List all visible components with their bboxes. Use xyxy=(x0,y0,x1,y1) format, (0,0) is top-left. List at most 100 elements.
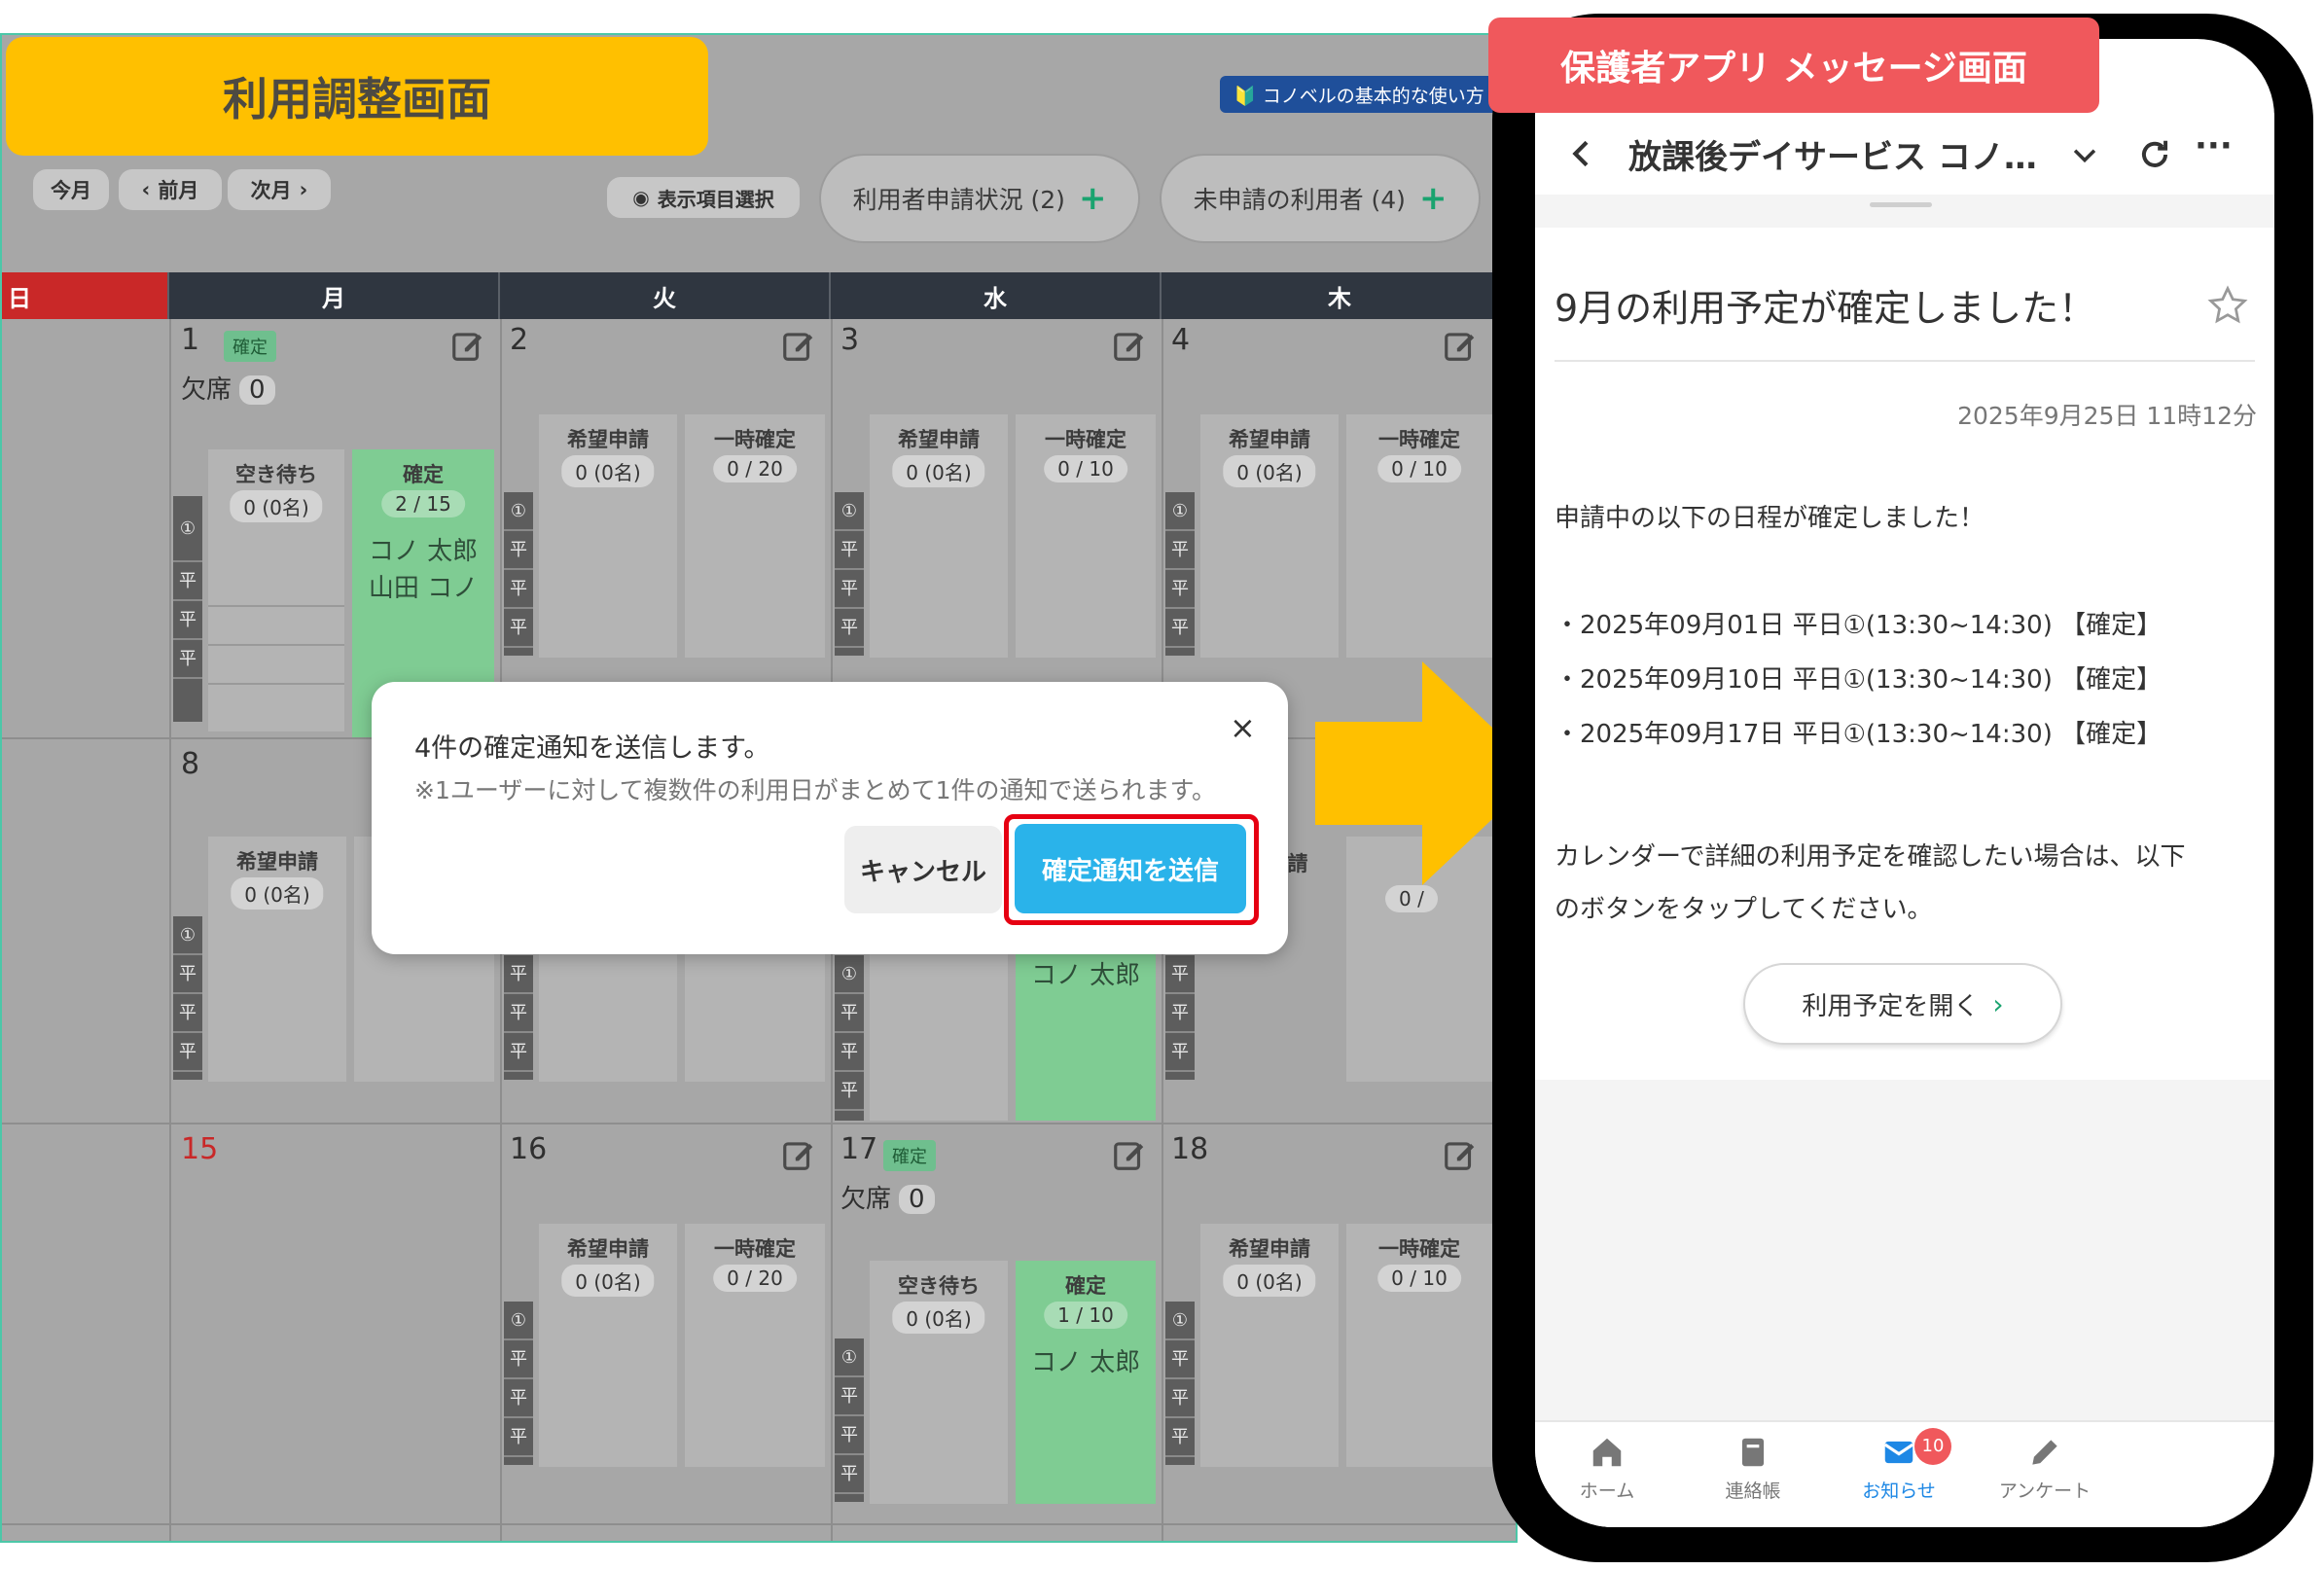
prev-month-button[interactable]: ‹ 前月 xyxy=(119,169,222,210)
edit-icon[interactable] xyxy=(1442,327,1479,364)
send-confirmation-button[interactable]: 確定通知を送信 xyxy=(1015,824,1246,913)
weekday-mon: 月 xyxy=(169,272,500,319)
applications-button[interactable]: 利用者申請状況 (2) + xyxy=(819,154,1140,243)
waiting-title: 空き待ち xyxy=(898,1274,980,1298)
help-link[interactable]: 🔰 コノベルの基本的な使い方 xyxy=(1220,76,1531,113)
user-name[interactable]: 山田 コノ xyxy=(352,568,494,604)
temp-column[interactable]: 一時確定 0 / 20 xyxy=(685,1224,825,1467)
slot-label: 平 xyxy=(1165,994,1195,1033)
star-icon[interactable] xyxy=(2206,284,2249,327)
slot-marker: ① xyxy=(835,492,864,531)
tab-notifications[interactable]: お知らせ 10 xyxy=(1841,1428,1957,1503)
temp-count: 0 / 10 xyxy=(1377,1265,1461,1292)
request-column[interactable]: 希望申請 0 (0名) xyxy=(1200,1224,1339,1467)
modal-message: 4件の確定通知を送信します。 xyxy=(414,733,770,764)
absent-label: 欠席 xyxy=(181,375,232,405)
request-column[interactable]: 希望申請 0 (0名) xyxy=(539,1224,677,1467)
temp-count: 0 / xyxy=(1385,885,1438,912)
day-number: 18 xyxy=(1171,1132,1209,1166)
slot-label: 平 xyxy=(504,1379,533,1418)
absent-count: 0 xyxy=(239,375,275,405)
slot-label: 平 xyxy=(835,609,864,648)
confirmed-title: 確定 xyxy=(403,463,444,486)
request-title: 希望申請 xyxy=(567,428,649,451)
grid-line xyxy=(169,319,171,1541)
slot-label: 平 xyxy=(835,1416,864,1455)
edit-icon[interactable] xyxy=(780,327,817,364)
slot-sidebar: ①平平平 xyxy=(835,1338,864,1502)
slot-divider xyxy=(208,683,344,685)
more-icon[interactable]: ··· xyxy=(2195,126,2233,165)
temp-title: 一時確定 xyxy=(714,1237,796,1261)
waiting-column[interactable]: 空き待ち 0 (0名) xyxy=(208,449,344,731)
waiting-count: 0 (0名) xyxy=(892,1302,985,1334)
temp-title: 一時確定 xyxy=(1045,428,1126,451)
slot-label: 平 xyxy=(1165,1033,1195,1072)
request-column[interactable]: 希望申請 0 (0名) xyxy=(208,837,346,1082)
slot-label: 平 xyxy=(504,994,533,1033)
user-name[interactable]: コノ 太郎 xyxy=(352,531,494,567)
user-name[interactable]: コノ 太郎 xyxy=(1016,1342,1156,1378)
slot-marker: ① xyxy=(1165,1302,1195,1340)
close-icon[interactable]: × xyxy=(1230,709,1256,746)
weekday-header: 日 月 火 水 木 xyxy=(2,272,1516,319)
request-column[interactable]: 希望申請 0 (0名) xyxy=(539,414,677,658)
back-icon[interactable] xyxy=(1562,134,1601,173)
slot-sidebar: ①平平平 xyxy=(504,1302,533,1465)
open-schedule-button[interactable]: 利用予定を開く › xyxy=(1743,963,2062,1045)
request-title: 希望申請 xyxy=(236,850,318,874)
slot-label: 平 xyxy=(835,1033,864,1072)
request-column[interactable]: 希望申請 0 (0名) xyxy=(870,414,1008,658)
edit-icon[interactable] xyxy=(1111,327,1148,364)
temp-column[interactable] xyxy=(685,949,825,1082)
eye-icon: ◉ xyxy=(632,186,650,209)
tab-home[interactable]: ホーム xyxy=(1549,1434,1665,1503)
notification-badge: 10 xyxy=(1914,1428,1951,1465)
waiting-column[interactable] xyxy=(870,949,1008,1121)
absent-label: 欠席 xyxy=(840,1185,892,1214)
slot-label: 平 xyxy=(835,1072,864,1111)
tab-label: 連絡帳 xyxy=(1725,1481,1781,1502)
slot-label: 平 xyxy=(835,570,864,609)
temp-column[interactable]: 一時確定 0 / 10 xyxy=(1346,414,1492,658)
tab-notebook[interactable]: 連絡帳 xyxy=(1695,1434,1811,1503)
screen-title-banner: 利用調整画面 xyxy=(6,37,708,156)
facility-title[interactable]: 放課後デイサービス コノ… xyxy=(1628,130,2037,178)
request-title: 希望申請 xyxy=(898,428,980,451)
slot-label: 平 xyxy=(1165,1340,1195,1379)
display-select-button[interactable]: ◉ 表示項目選択 xyxy=(607,177,800,218)
temp-title: 一時確定 xyxy=(714,428,796,451)
next-month-button[interactable]: 次月 › xyxy=(228,169,331,210)
weekday-sun: 日 xyxy=(2,272,169,319)
edit-icon[interactable] xyxy=(1111,1136,1148,1173)
chevron-right-icon: › xyxy=(1992,987,2004,1020)
slot-sidebar: ①平平平 xyxy=(504,492,533,656)
confirmed-column[interactable]: 確定 1 / 10 コノ 太郎 xyxy=(1016,1261,1156,1504)
temp-column[interactable]: 一時確定 0 / 10 xyxy=(1016,414,1156,658)
temp-column[interactable]: 一時確定 0 / 20 xyxy=(685,414,825,658)
slot-marker: ① xyxy=(835,955,864,994)
temp-column[interactable]: 一時確定 0 / 10 xyxy=(1346,1224,1492,1467)
unapplied-users-button[interactable]: 未申請の利用者 (4) + xyxy=(1160,154,1481,243)
refresh-icon[interactable] xyxy=(2136,136,2173,173)
drag-handle[interactable] xyxy=(1870,202,1932,207)
request-column[interactable] xyxy=(539,949,677,1082)
tab-survey[interactable]: アンケート xyxy=(1986,1434,2103,1503)
slot-sidebar: 平平平 xyxy=(1165,955,1195,1080)
slot-label: 平 xyxy=(504,609,533,648)
cancel-button[interactable]: キャンセル xyxy=(844,826,1002,913)
request-title: 希望申請 xyxy=(1229,428,1310,451)
edit-icon[interactable] xyxy=(1442,1136,1479,1173)
waiting-column[interactable]: 空き待ち 0 (0名) xyxy=(870,1261,1008,1504)
chevron-down-icon[interactable] xyxy=(2068,138,2101,171)
day-number: 15 xyxy=(181,1132,219,1166)
temp-count: 0 / 10 xyxy=(1044,455,1127,482)
user-name[interactable]: コノ 太郎 xyxy=(1016,955,1156,991)
confirmed-column[interactable]: コノ 太郎 xyxy=(1016,949,1156,1121)
request-title: 希望申請 xyxy=(1229,1237,1310,1261)
today-button[interactable]: 今月 xyxy=(33,169,109,210)
edit-icon[interactable] xyxy=(780,1136,817,1173)
edit-icon[interactable] xyxy=(449,327,486,364)
request-count: 0 (0名) xyxy=(561,1265,655,1297)
request-column[interactable]: 希望申請 0 (0名) xyxy=(1200,414,1339,658)
